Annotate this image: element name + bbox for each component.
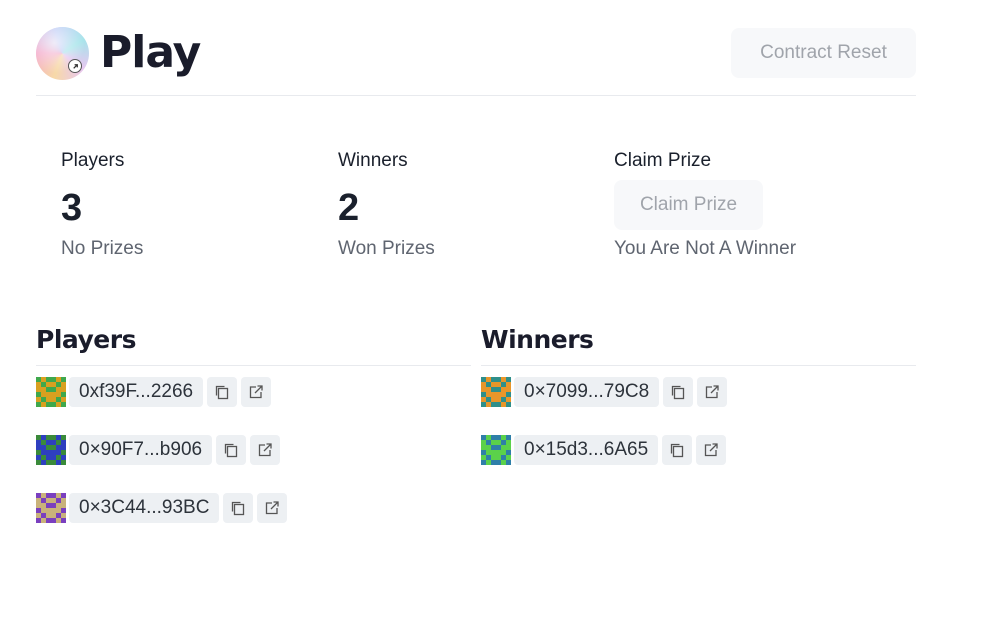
copy-button[interactable] [223,493,254,523]
winners-list: 0×7099...79C8 0×15d3...6A65 [481,0,916,623]
address-text[interactable]: 0×3C44...93BC [69,493,220,523]
copy-button[interactable] [216,435,247,465]
external-link-button[interactable] [241,377,272,407]
address-row: 0×90F7...b906 [36,434,281,466]
copy-icon [224,443,238,458]
address-text[interactable]: 0×15d3...6A65 [514,435,659,465]
address-row: 0×7099...79C8 [481,376,728,408]
external-link-icon [266,501,280,515]
copy-button[interactable] [663,377,694,407]
external-link-icon[interactable] [68,59,82,73]
external-link-button[interactable] [250,435,281,465]
address-row: 0×15d3...6A65 [481,434,727,466]
avatar [36,493,66,523]
copy-icon [670,443,684,458]
external-link-icon [249,385,263,399]
address-text[interactable]: 0×7099...79C8 [514,377,660,407]
avatar [481,377,511,407]
external-link-button[interactable] [696,435,727,465]
avatar [36,377,66,407]
address-text[interactable]: 0xf39F...2266 [69,377,204,407]
address-text[interactable]: 0×90F7...b906 [69,435,213,465]
external-link-button[interactable] [697,377,728,407]
address-row: 0×3C44...93BC [36,492,288,524]
copy-icon [672,385,685,400]
external-link-icon [706,385,719,399]
copy-button[interactable] [207,377,238,407]
external-link-icon [704,443,718,457]
avatar [36,435,66,465]
external-link-icon [258,443,272,457]
avatar [481,435,511,465]
players-list: 0xf39F...2266 0×90F7...b906 0×3C44...93BC [36,0,471,623]
copy-button[interactable] [662,435,693,465]
external-link-button[interactable] [257,493,288,523]
copy-icon [232,501,245,516]
copy-icon [215,385,229,400]
address-row: 0xf39F...2266 [36,376,272,408]
